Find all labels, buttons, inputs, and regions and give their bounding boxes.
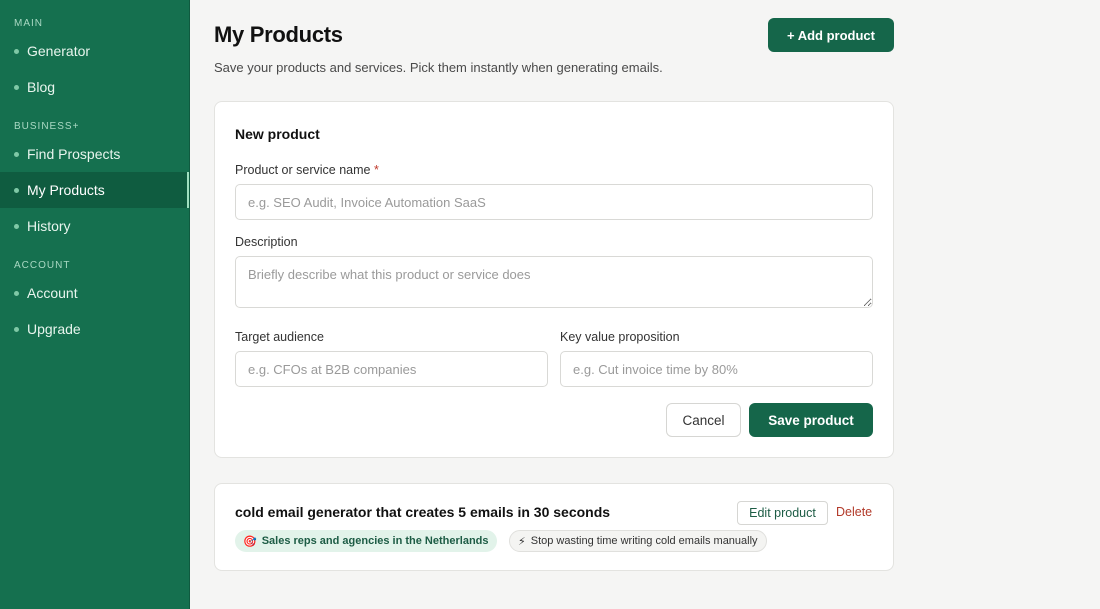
description-textarea[interactable] [235,256,873,308]
edit-product-button[interactable]: Edit product [737,501,828,525]
key-value-label: Key value proposition [560,330,680,344]
sidebar-item-my-products[interactable]: My Products [0,172,189,208]
target-audience-input[interactable] [235,351,548,387]
bullet-icon [14,290,19,296]
description-label: Description [235,235,298,249]
section-label-business: BUSINESS+ [14,121,80,132]
bullet-icon [14,326,19,332]
page-title: My Products [214,22,343,47]
bullet-icon [14,151,19,157]
sidebar-item-label: Upgrade [27,321,81,337]
sidebar-item-generator[interactable]: Generator [0,33,189,69]
value-tag: ⚡ Stop wasting time writing cold emails … [509,530,767,552]
target-audience-label: Target audience [235,330,324,344]
sidebar-item-upgrade[interactable]: Upgrade [0,311,189,347]
section-label-account: ACCOUNT [14,260,71,271]
sidebar-item-label: Find Prospects [27,146,121,162]
audience-tag: 🎯 Sales reps and agencies in the Netherl… [235,530,497,552]
product-name-label-text: Product or service name [235,163,371,177]
sidebar-item-account[interactable]: Account [0,275,189,311]
sidebar-item-label: Account [27,285,78,301]
product-name-label: Product or service name * [235,163,379,177]
sidebar: MAIN Generator Blog BUSINESS+ Find Prosp… [0,0,190,609]
product-name: cold email generator that creates 5 emai… [235,504,611,520]
value-tag-text: Stop wasting time writing cold emails ma… [530,535,758,547]
product-name-input[interactable] [235,184,873,220]
target-icon: 🎯 [243,535,257,548]
sidebar-item-label: Blog [27,79,56,95]
bullet-icon [14,223,19,229]
sidebar-item-blog[interactable]: Blog [0,69,189,105]
product-card: cold email generator that creates 5 emai… [214,483,894,571]
sidebar-item-find-prospects[interactable]: Find Prospects [0,136,189,172]
lightning-icon: ⚡ [518,535,526,548]
section-label-main: MAIN [14,18,43,29]
audience-tag-text: Sales reps and agencies in the Netherlan… [261,535,489,547]
sidebar-item-history[interactable]: History [0,208,189,244]
new-product-form: New product Product or service name * De… [214,101,894,458]
bullet-icon [14,48,19,54]
form-title: New product [235,126,320,142]
add-product-button[interactable]: + Add product [768,18,894,52]
delete-product-link[interactable]: Delete [836,505,872,519]
cancel-button[interactable]: Cancel [666,403,741,437]
sidebar-item-label: My Products [27,182,105,198]
key-value-input[interactable] [560,351,873,387]
page-subtitle: Save your products and services. Pick th… [214,60,663,75]
required-mark: * [373,163,379,177]
sidebar-item-label: Generator [27,43,91,59]
save-product-button[interactable]: Save product [749,403,873,437]
bullet-icon [14,187,19,193]
sidebar-item-label: History [27,218,71,234]
bullet-icon [14,84,19,90]
